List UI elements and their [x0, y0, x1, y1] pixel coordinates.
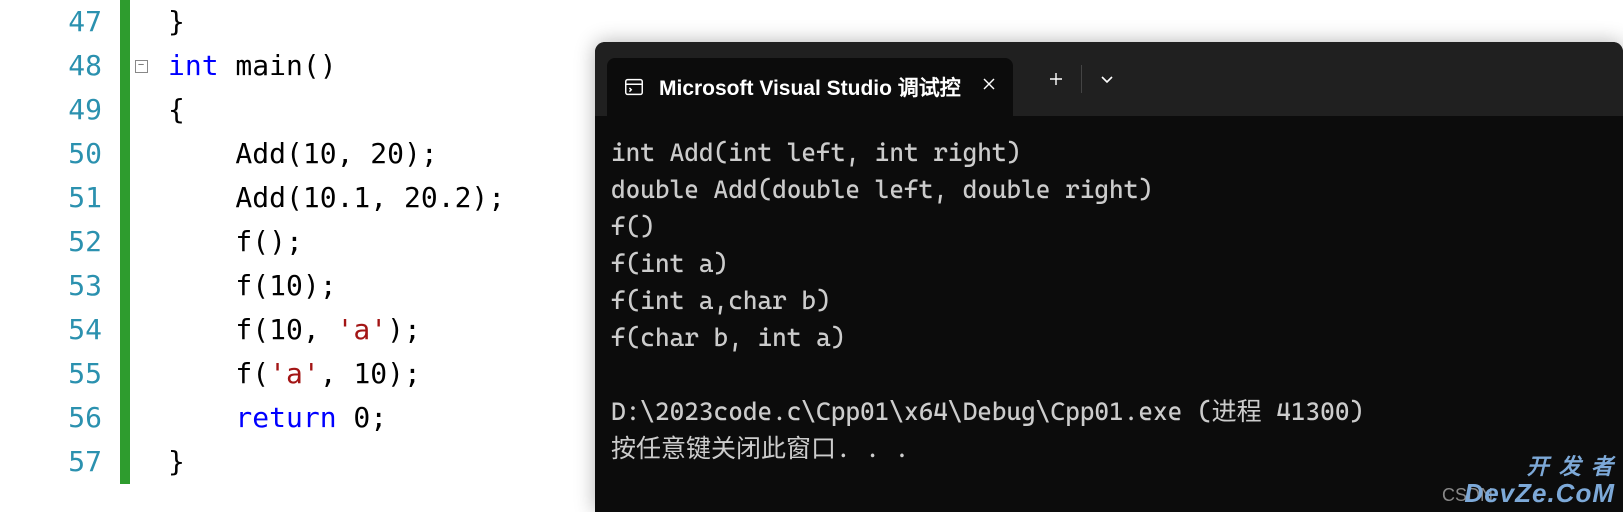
change-gutter: [120, 440, 130, 484]
line-number: 56: [0, 396, 120, 440]
line-number: 54: [0, 308, 120, 352]
code-content[interactable]: {: [168, 88, 185, 132]
code-line[interactable]: 51 Add(10.1, 20.2);: [0, 176, 600, 220]
terminal-output[interactable]: int Add(int left, int right) double Add(…: [595, 116, 1623, 485]
fold-marker[interactable]: −: [132, 60, 150, 73]
code-line[interactable]: 53 f(10);: [0, 264, 600, 308]
change-gutter: [120, 396, 130, 440]
line-number: 52: [0, 220, 120, 264]
watermark-line1: 开 发 者: [1464, 455, 1615, 479]
change-gutter: [120, 264, 130, 308]
code-line[interactable]: 55 f('a', 10);: [0, 352, 600, 396]
code-content[interactable]: int main(): [168, 44, 337, 88]
watermark: 开 发 者 DevZe.CoM: [1464, 455, 1615, 508]
code-line[interactable]: 57}: [0, 440, 600, 484]
tab-dropdown-button[interactable]: [1082, 59, 1132, 99]
change-gutter: [120, 220, 130, 264]
code-content[interactable]: return 0;: [168, 396, 387, 440]
code-content[interactable]: f(10);: [168, 264, 337, 308]
code-line[interactable]: 47}: [0, 0, 600, 44]
code-line[interactable]: 52 f();: [0, 220, 600, 264]
code-line[interactable]: 48 − int main(): [0, 44, 600, 88]
terminal-icon: [623, 76, 645, 98]
terminal-titlebar: Microsoft Visual Studio 调试控: [595, 42, 1623, 116]
line-number: 47: [0, 0, 120, 44]
terminal-window: Microsoft Visual Studio 调试控: [595, 42, 1623, 512]
line-number: 50: [0, 132, 120, 176]
change-gutter: [120, 0, 130, 44]
terminal-tab[interactable]: Microsoft Visual Studio 调试控: [607, 58, 1013, 116]
code-line[interactable]: 50 Add(10, 20);: [0, 132, 600, 176]
change-gutter: [120, 88, 130, 132]
code-content[interactable]: }: [168, 440, 185, 484]
tab-actions: [1031, 59, 1132, 99]
code-line[interactable]: 56 return 0;: [0, 396, 600, 440]
code-content[interactable]: Add(10, 20);: [168, 132, 438, 176]
line-number: 53: [0, 264, 120, 308]
code-content[interactable]: }: [168, 0, 185, 44]
fold-toggle-icon[interactable]: −: [135, 60, 148, 73]
change-gutter: [120, 308, 130, 352]
code-content[interactable]: f();: [168, 220, 303, 264]
code-content[interactable]: f(10, 'a');: [168, 308, 421, 352]
change-gutter: [120, 352, 130, 396]
change-gutter: [120, 176, 130, 220]
code-line[interactable]: 49 {: [0, 88, 600, 132]
line-number: 55: [0, 352, 120, 396]
change-gutter: [120, 132, 130, 176]
line-number: 57: [0, 440, 120, 484]
new-tab-button[interactable]: [1031, 59, 1081, 99]
line-number: 49: [0, 88, 120, 132]
watermark-line2: DevZe.CoM: [1464, 479, 1615, 508]
line-number: 51: [0, 176, 120, 220]
code-editor[interactable]: 47}48−int main()49{50 Add(10, 20);51 Add…: [0, 0, 600, 512]
change-gutter: [120, 44, 130, 88]
code-content[interactable]: Add(10.1, 20.2);: [168, 176, 505, 220]
code-line[interactable]: 54 f(10, 'a');: [0, 308, 600, 352]
code-content[interactable]: f('a', 10);: [168, 352, 421, 396]
line-number: 48: [0, 44, 120, 88]
terminal-tab-title: Microsoft Visual Studio 调试控: [659, 72, 961, 102]
close-icon[interactable]: [981, 76, 997, 98]
